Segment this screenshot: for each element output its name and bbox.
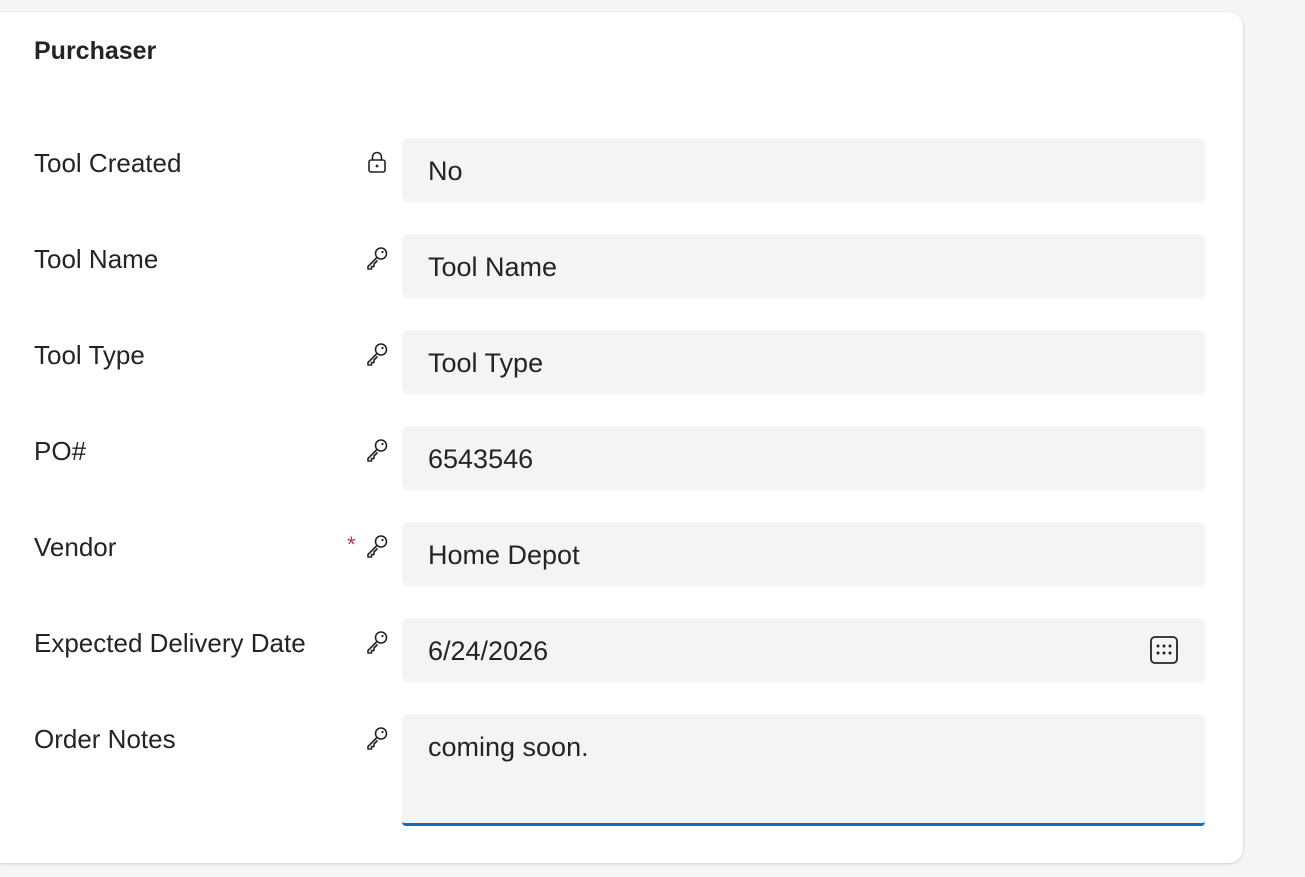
tool-type-label: Tool Type bbox=[34, 340, 145, 370]
tool-created-label: Tool Created bbox=[34, 148, 182, 178]
tool-name-input[interactable]: Tool Name bbox=[402, 234, 1205, 298]
key-icon bbox=[367, 343, 388, 366]
tool-created-field: No bbox=[402, 138, 1205, 202]
key-icon bbox=[367, 727, 388, 750]
vendor-input[interactable]: Home Depot bbox=[402, 522, 1205, 586]
po-number-input[interactable]: 6543546 bbox=[402, 426, 1205, 490]
order-notes-textarea[interactable]: coming soon. bbox=[402, 714, 1205, 826]
expected-delivery-date-input[interactable]: 6/24/2026 bbox=[402, 618, 1205, 682]
expected-delivery-date-value: 6/24/2026 bbox=[428, 636, 549, 666]
section-title: Purchaser bbox=[34, 37, 157, 65]
order-notes-label: Order Notes bbox=[34, 724, 176, 754]
key-icon bbox=[367, 247, 388, 270]
key-icon bbox=[367, 535, 388, 558]
calendar-icon[interactable] bbox=[1149, 635, 1179, 665]
vendor-label: Vendor bbox=[34, 532, 117, 562]
vendor-value: Home Depot bbox=[428, 540, 580, 570]
expected-delivery-date-label: Expected Delivery Date bbox=[34, 628, 306, 658]
tool-created-value: No bbox=[428, 156, 463, 186]
order-notes-value: coming soon. bbox=[428, 732, 589, 762]
required-indicator: * bbox=[347, 532, 356, 557]
purchaser-card: Purchaser Tool Created No Tool Name Tool… bbox=[0, 12, 1243, 863]
tool-type-value: Tool Type bbox=[428, 348, 544, 378]
key-icon bbox=[367, 631, 388, 654]
tool-name-value: Tool Name bbox=[428, 252, 558, 282]
key-icon bbox=[367, 439, 388, 462]
po-number-value: 6543546 bbox=[428, 444, 534, 474]
po-number-label: PO# bbox=[34, 436, 87, 466]
tool-name-label: Tool Name bbox=[34, 244, 159, 274]
lock-icon bbox=[368, 151, 386, 173]
tool-type-input[interactable]: Tool Type bbox=[402, 330, 1205, 394]
